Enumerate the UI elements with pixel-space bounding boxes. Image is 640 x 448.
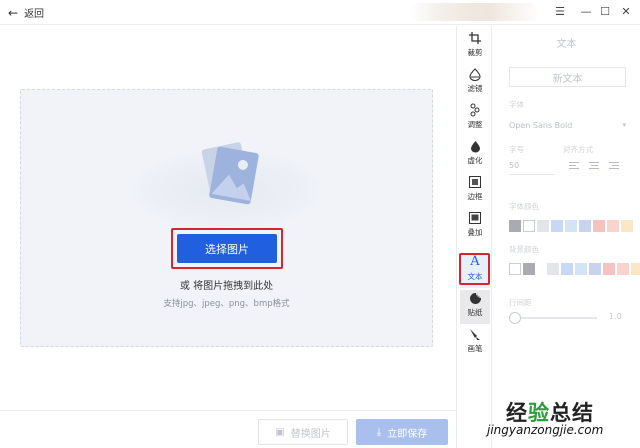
blurred-title-area <box>410 3 540 21</box>
image-swap-icon: ▣ <box>275 426 285 438</box>
color-swatch[interactable] <box>589 263 601 275</box>
align-right-icon[interactable] <box>609 162 621 172</box>
minimize-button[interactable]: — <box>578 4 594 20</box>
title-bar: ← 返回 ☰ — ☐ ✕ <box>0 0 640 25</box>
blur-icon <box>470 138 481 154</box>
tool-filter-label: 滤镜 <box>467 84 483 93</box>
color-swatch[interactable] <box>607 220 619 232</box>
overlay-icon <box>469 210 481 226</box>
maximize-button[interactable]: ☐ <box>597 4 613 20</box>
color-swatch[interactable] <box>575 263 587 275</box>
back-button[interactable]: ← 返回 <box>8 5 45 21</box>
line-spacing-slider-handle[interactable] <box>509 312 521 324</box>
tool-blur-label: 虚化 <box>467 156 483 165</box>
tool-brush-label: 画笔 <box>467 344 483 353</box>
color-swatch[interactable] <box>523 220 535 232</box>
align-label: 对齐方式 <box>563 145 593 154</box>
tool-filter[interactable]: 滤镜 <box>460 66 490 100</box>
close-button[interactable]: ✕ <box>618 4 634 20</box>
download-icon: ⤓ <box>376 426 382 438</box>
color-swatch[interactable] <box>631 263 640 275</box>
text-settings-panel: 文本 新文本 字体 Open Sans Bold ▾ 字号 对齐方式 50 字体… <box>493 26 640 448</box>
photo-editor-window: ← 返回 ☰ — ☐ ✕ 选择图片 或 将图片拖拽到此处 支持jpg、jpeg、… <box>0 0 640 448</box>
save-now-button[interactable]: ⤓ 立即保存 <box>356 419 448 445</box>
border-icon <box>469 174 481 190</box>
crop-icon <box>469 30 481 46</box>
tool-adjust-label: 调整 <box>467 120 483 129</box>
align-left-icon[interactable] <box>569 162 581 172</box>
line-spacing-label: 行间距 <box>509 298 532 307</box>
back-label: 返回 <box>24 9 45 20</box>
background-color-label: 背景颜色 <box>509 245 539 254</box>
back-arrow-icon: ← <box>8 5 19 20</box>
tool-crop[interactable]: 裁剪 <box>460 30 490 64</box>
color-swatch[interactable] <box>579 220 591 232</box>
tool-crop-label: 裁剪 <box>467 48 483 57</box>
color-swatch[interactable] <box>551 220 563 232</box>
watermark-url: jingyanzongjie.com <box>487 423 604 437</box>
line-spacing-value: 1.0 <box>609 312 622 321</box>
font-select-value: Open Sans Bold <box>509 120 573 130</box>
tool-overlay-label: 叠加 <box>467 228 483 237</box>
select-image-highlight: 选择图片 <box>171 228 283 269</box>
panel-title: 文本 <box>556 39 577 50</box>
adjust-icon <box>469 102 481 118</box>
color-swatch[interactable] <box>547 263 559 275</box>
tool-blur[interactable]: 虚化 <box>460 138 490 172</box>
filter-icon <box>469 66 481 82</box>
color-swatch[interactable] <box>593 220 605 232</box>
new-text-button[interactable]: 新文本 <box>509 67 626 87</box>
supported-formats-text: 支持jpg、jpeg、png、bmp格式 <box>163 299 290 309</box>
font-select[interactable]: Open Sans Bold ▾ <box>509 118 626 132</box>
tool-text-label: 文本 <box>467 272 483 281</box>
replace-image-button[interactable]: ▣ 替换图片 <box>258 419 348 445</box>
background-color-swatches <box>509 263 640 275</box>
tool-border-label: 边框 <box>467 192 483 201</box>
tool-overlay[interactable]: 叠加 <box>460 210 490 244</box>
align-center-icon[interactable] <box>589 162 601 172</box>
size-label: 字号 <box>509 145 524 154</box>
font-color-label: 字体颜色 <box>509 202 539 211</box>
tool-adjust[interactable]: 调整 <box>460 102 490 136</box>
color-swatch[interactable] <box>523 263 535 275</box>
font-label: 字体 <box>509 100 524 109</box>
color-swatch[interactable] <box>561 263 573 275</box>
sticker-icon <box>469 290 482 306</box>
color-swatch[interactable] <box>617 263 629 275</box>
bottom-bar: ▣ 替换图片 ⤓ 立即保存 <box>0 410 456 448</box>
line-spacing-slider-track[interactable] <box>509 317 597 319</box>
color-swatch[interactable] <box>537 220 549 232</box>
color-swatch[interactable] <box>509 220 521 232</box>
save-now-label: 立即保存 <box>387 428 428 440</box>
canvas-area: 选择图片 或 将图片拖拽到此处 支持jpg、jpeg、png、bmp格式 <box>0 26 456 410</box>
picture-placeholder-icon <box>201 142 259 205</box>
color-swatch[interactable] <box>603 263 615 275</box>
tool-sticker-label: 贴纸 <box>467 308 483 317</box>
select-image-button[interactable]: 选择图片 <box>177 234 277 263</box>
color-swatch[interactable] <box>565 220 577 232</box>
replace-image-label: 替换图片 <box>290 428 331 440</box>
tool-text[interactable]: A 文本 <box>460 254 490 288</box>
font-color-swatches <box>509 220 635 232</box>
tool-brush[interactable]: 画笔 <box>460 326 490 360</box>
color-swatch[interactable] <box>621 220 633 232</box>
chevron-down-icon: ▾ <box>622 121 626 129</box>
text-icon: A <box>470 254 480 269</box>
menu-icon[interactable]: ☰ <box>552 4 568 20</box>
image-dropzone[interactable]: 选择图片 或 将图片拖拽到此处 支持jpg、jpeg、png、bmp格式 <box>20 89 433 347</box>
tool-border[interactable]: 边框 <box>460 174 490 208</box>
tool-strip: 裁剪 滤镜 调整 虚化 边框 叠加 A 文本 贴纸 画笔 <box>456 26 492 448</box>
tool-sticker[interactable]: 贴纸 <box>460 290 490 324</box>
drag-hint-text: 或 将图片拖拽到此处 <box>179 281 274 292</box>
color-swatch[interactable] <box>509 263 521 275</box>
font-size-input[interactable]: 50 <box>509 161 555 175</box>
brush-icon <box>469 326 481 342</box>
